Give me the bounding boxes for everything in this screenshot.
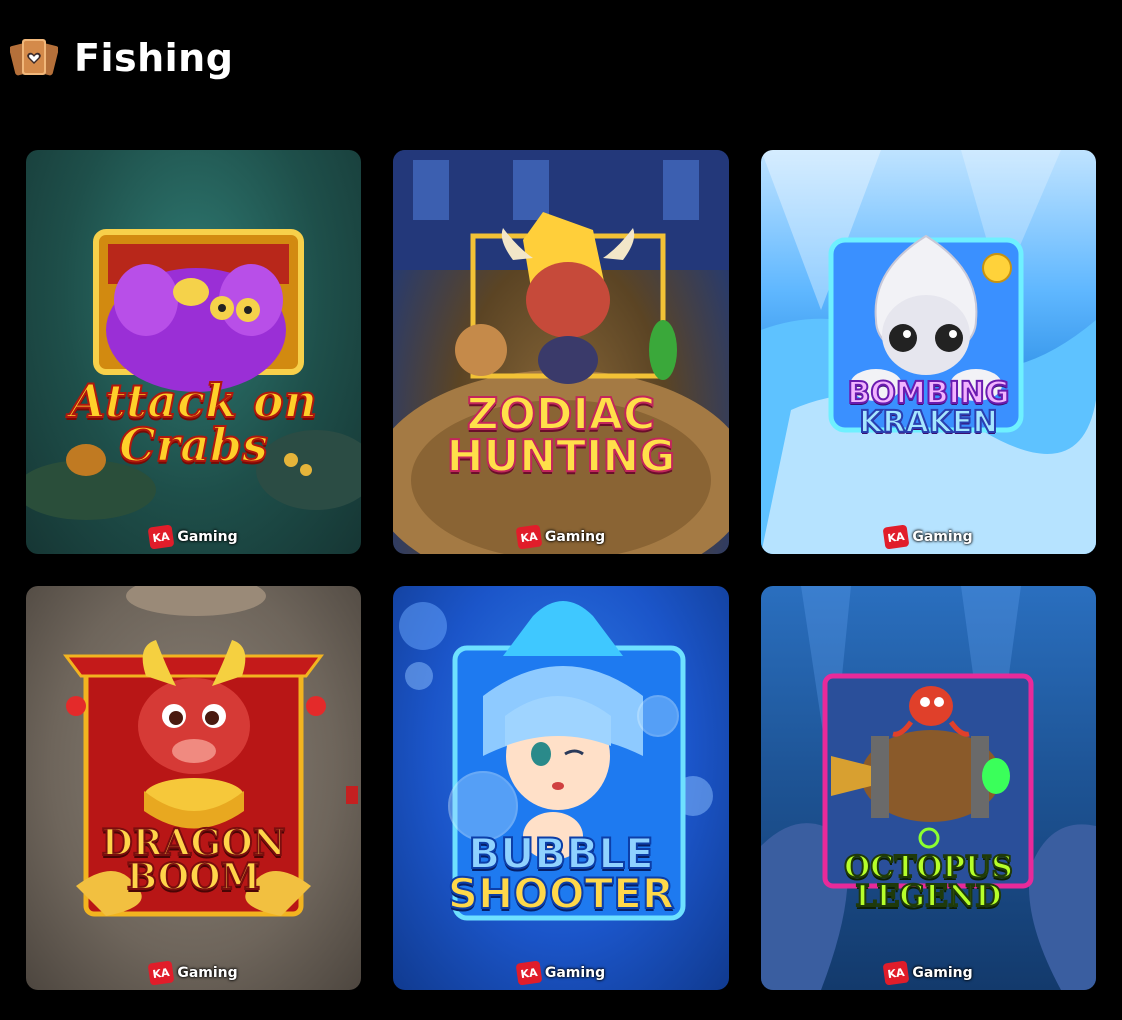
game-title: DRAGON BOOM [26, 822, 361, 899]
game-title-line1: DRAGON [100, 822, 286, 864]
game-title-line2: Crabs [118, 417, 269, 472]
provider-name: Gaming [177, 965, 238, 981]
provider-logo: KA Gaming [761, 524, 1096, 550]
playing-cards-icon [10, 39, 58, 76]
provider-name: Gaming [912, 965, 973, 981]
game-title-line2: SHOOTER [447, 868, 676, 918]
game-card-attack-on-crabs[interactable]: Attack on Crabs KA Gaming [26, 150, 361, 554]
game-title-line1: BUBBLE [467, 829, 655, 878]
game-title-line2: LEGEND [855, 878, 1003, 914]
ka-dice-icon: KA [515, 524, 543, 550]
game-artwork [761, 586, 1096, 990]
game-card-octopus-legend[interactable]: OCTOPUS LEGEND KA Gaming [761, 586, 1096, 990]
provider-logo: KA Gaming [26, 524, 361, 550]
game-artwork [393, 150, 729, 554]
game-title: BUBBLE SHOOTER [393, 829, 729, 918]
provider-name: Gaming [912, 529, 973, 545]
provider-name: Gaming [544, 965, 606, 981]
game-card-dragon-boom[interactable]: DRAGON BOOM KA Gaming [26, 586, 361, 990]
game-artwork [26, 229, 361, 520]
game-grid: Attack on Crabs KA Gaming ZODIAC HUNTING… [26, 150, 1096, 990]
section-header: Fishing [10, 34, 233, 82]
provider-logo: KA Gaming [393, 524, 729, 550]
game-card-bombing-kraken[interactable]: BOMBING KRAKEN KA Gaming [761, 150, 1096, 554]
provider-logo: KA Gaming [761, 960, 1096, 986]
ka-dice-icon: KA [515, 960, 543, 986]
game-card-zodiac-hunting[interactable]: ZODIAC HUNTING KA Gaming [393, 150, 729, 554]
game-title: OCTOPUS LEGEND [761, 852, 1096, 914]
game-title-line2: HUNTING [446, 430, 677, 482]
ka-dice-icon: KA [147, 960, 175, 986]
ka-dice-icon: KA [882, 960, 910, 986]
game-artwork [63, 586, 358, 917]
game-title-line2: BOOM [126, 856, 262, 899]
game-card-bubble-shooter[interactable]: BUBBLE SHOOTER KA Gaming [393, 586, 729, 990]
game-title: ZODIAC HUNTING [393, 389, 729, 482]
provider-name: Gaming [544, 529, 606, 545]
provider-name: Gaming [177, 529, 238, 545]
game-title-line2: KRAKEN [858, 404, 998, 440]
section-title: Fishing [74, 36, 234, 80]
provider-logo: KA Gaming [393, 960, 729, 986]
game-artwork [399, 601, 713, 921]
ka-dice-icon: KA [882, 524, 910, 550]
provider-logo: KA Gaming [26, 960, 361, 986]
game-title: BOMBING KRAKEN [761, 378, 1096, 440]
ka-dice-icon: KA [147, 524, 175, 550]
game-title: Attack on Crabs [26, 377, 361, 472]
game-title-line1: ZODIAC [466, 389, 657, 440]
game-artwork [761, 150, 1096, 554]
